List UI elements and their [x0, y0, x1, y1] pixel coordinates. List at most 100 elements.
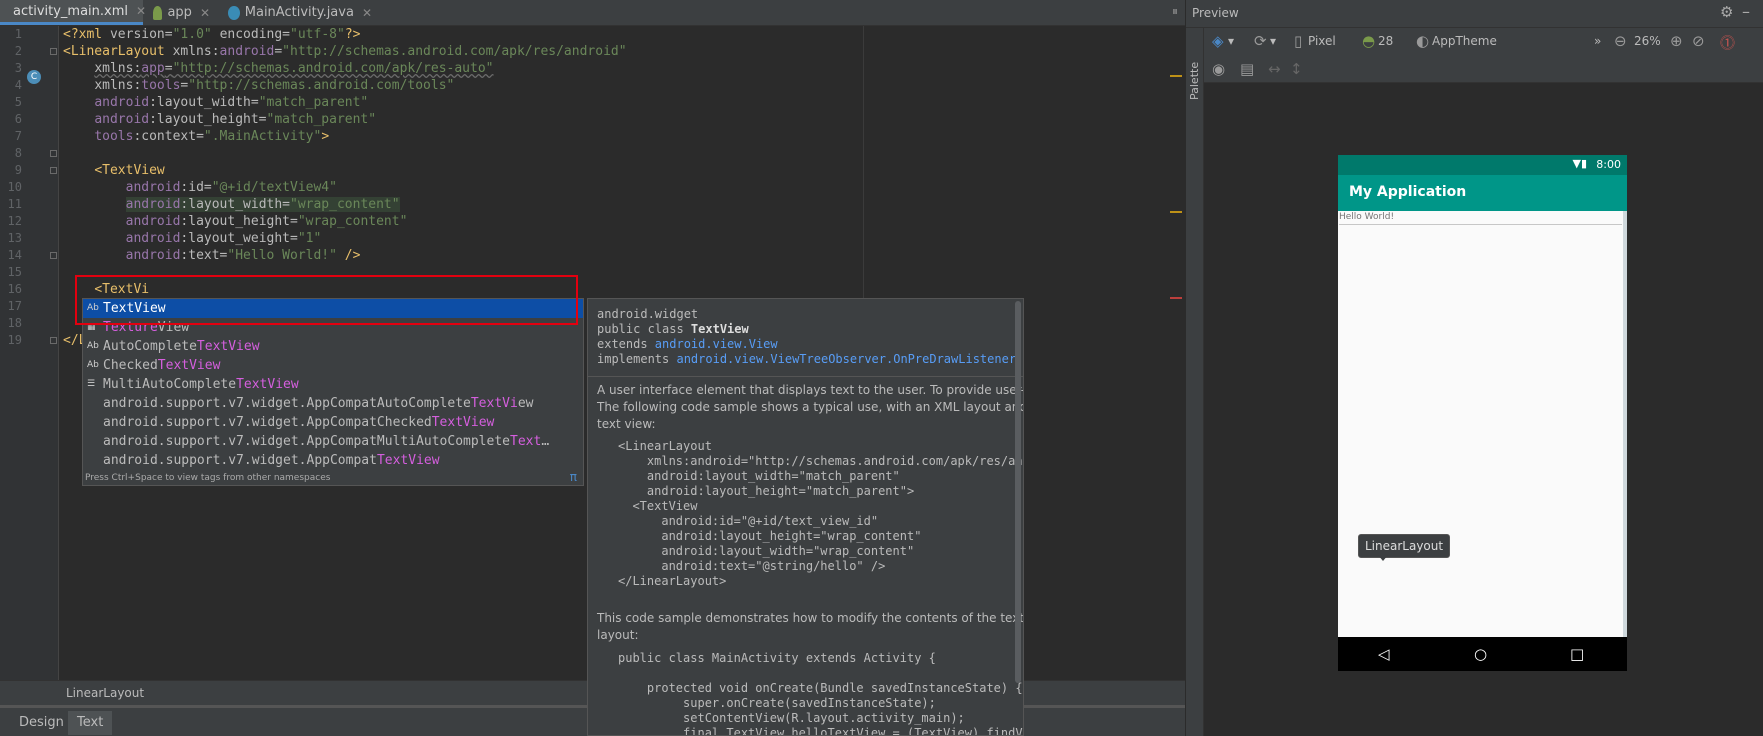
blueprint-icon[interactable]: ▤ — [1240, 60, 1254, 78]
preview-title: Preview — [1192, 6, 1239, 20]
completion-item[interactable]: ☰ MultiAutoCompleteTextView — [83, 375, 583, 394]
doc-code-line: android:id="@+id/text_view_id" — [618, 514, 879, 528]
tab-label: activity_main.xml — [13, 3, 129, 19]
completion-item[interactable]: Ab CheckedTextView — [83, 356, 583, 375]
doc-extends-link[interactable]: android.view.View — [655, 337, 778, 351]
error-icon[interactable]: ⓵ — [1720, 32, 1735, 53]
java-class-icon — [228, 5, 240, 20]
texture-widget-icon: ▦ — [87, 322, 96, 332]
rotate-icon[interactable]: ⟳ — [1254, 32, 1267, 50]
error-stripe[interactable] — [1170, 297, 1182, 299]
documentation-popup[interactable]: android.widget public class TextView ext… — [587, 298, 1024, 736]
code-line: android:layout_weight="1" — [125, 231, 322, 246]
code-line: android:layout_height="wrap_content" — [125, 214, 408, 229]
code-line: android:layout_width="match_parent" — [94, 95, 369, 110]
zoom-fit-icon[interactable]: ⊘ — [1692, 32, 1705, 50]
chevron-down-icon[interactable]: ▾ — [1270, 34, 1276, 48]
doc-code-line: android:layout_width="wrap_content" — [618, 544, 915, 558]
doc-desc: The following code sample shows a typica… — [597, 400, 1024, 414]
code-line: <LinearLayout xmlns:android="http://sche… — [63, 44, 627, 59]
zoom-in-icon[interactable]: ⊕ — [1670, 32, 1683, 50]
tab-label: MainActivity.java — [244, 5, 354, 20]
line-number: 13 — [7, 231, 22, 245]
tab-app[interactable]: app ✕ — [145, 0, 218, 25]
completion-item[interactable]: android.support.v7.widget.AppCompatMulti… — [83, 432, 583, 451]
text-widget-icon: Ab — [87, 303, 99, 313]
completion-item[interactable]: android.support.v7.widget.AppCompatAutoC… — [83, 394, 583, 413]
api-level-selector[interactable]: 28 — [1378, 34, 1393, 48]
eye-icon[interactable]: ◉ — [1212, 60, 1225, 78]
recents-icon[interactable]: □ — [1570, 645, 1584, 663]
split-editor-icon[interactable]: ⏸ — [1172, 4, 1178, 19]
hello-textview[interactable]: Hello World! — [1339, 211, 1622, 225]
more-icon[interactable]: » — [1594, 34, 1601, 48]
doc-implements-link[interactable]: android.view.ViewTreeObserver.OnPreDrawL… — [676, 352, 1016, 366]
device-screen[interactable]: Hello World! LinearLayout — [1338, 211, 1627, 637]
device-status-bar: ▼▮ 8:00 — [1338, 155, 1627, 175]
fold-icon[interactable] — [50, 252, 57, 259]
tab-activity-main-xml[interactable]: activity_main.xml ✕ — [0, 0, 146, 25]
warning-stripe[interactable] — [1170, 211, 1182, 213]
line-number: 19 — [7, 333, 22, 347]
warning-stripe[interactable] — [1170, 75, 1182, 77]
palette-strip: Palette — [1186, 28, 1204, 736]
doc-desc: This code sample demonstrates how to mod… — [597, 611, 1024, 625]
fold-icon[interactable] — [50, 337, 57, 344]
doc-scrollbar[interactable] — [1015, 301, 1021, 683]
text-widget-icon: Ab — [87, 360, 99, 370]
zoom-out-icon[interactable]: ⊖ — [1614, 32, 1627, 50]
code-completion-popup[interactable]: Ab TextView ▦ TextureView Ab AutoComplet… — [82, 298, 584, 486]
minimize-icon[interactable]: – — [1742, 2, 1750, 21]
layers-icon[interactable]: ◈ — [1212, 32, 1224, 50]
close-icon[interactable]: ✕ — [362, 6, 372, 20]
class-reference-icon[interactable]: C — [27, 70, 41, 84]
completion-item[interactable]: ▦ TextureView — [83, 318, 583, 337]
line-number: 12 — [7, 214, 22, 228]
breadcrumb-item[interactable]: LinearLayout — [66, 686, 144, 700]
code-line: tools:context=".MainActivity"> — [94, 129, 330, 144]
code-line: android:text="Hello World!" /> — [125, 248, 361, 263]
tab-design[interactable]: Design — [10, 711, 73, 735]
completion-item[interactable]: Ab AutoCompleteTextView — [83, 337, 583, 356]
line-number: 5 — [14, 95, 22, 109]
code-line-current: <TextVi — [63, 281, 149, 298]
completion-item[interactable]: android.support.v7.widget.AppCompatCheck… — [83, 413, 583, 432]
theme-selector[interactable]: AppTheme — [1432, 34, 1497, 48]
fold-icon[interactable] — [50, 150, 57, 157]
list-widget-icon: ☰ — [87, 379, 96, 389]
tab-mainactivity-java[interactable]: MainActivity.java ✕ — [220, 0, 380, 25]
line-number: 4 — [14, 78, 22, 92]
fold-icon[interactable] — [50, 167, 57, 174]
gear-icon[interactable]: ⚙ — [1720, 3, 1733, 21]
doc-code-line: android:text="@string/hello" /> — [618, 559, 886, 573]
doc-extends: extends android.view.View — [597, 337, 778, 351]
line-number: 7 — [14, 129, 22, 143]
preview-toolbar-secondary: ◉ ▤ ↔ ↕ — [1204, 56, 1763, 83]
device-selector[interactable]: Pixel — [1308, 34, 1336, 48]
tab-text[interactable]: Text — [68, 711, 113, 735]
screen-edge — [1623, 211, 1627, 637]
typed-text: <TextVi — [94, 282, 150, 297]
home-icon[interactable]: ○ — [1474, 645, 1487, 663]
line-number: 3 — [14, 61, 22, 75]
horizontal-resize-icon[interactable]: ↔ — [1268, 60, 1281, 78]
doc-desc: A user interface element that displays t… — [597, 383, 1023, 397]
android-module-icon — [153, 5, 163, 20]
completion-item[interactable]: Ab TextView — [83, 299, 583, 318]
back-icon[interactable]: ◁ — [1378, 645, 1390, 663]
line-number: 14 — [7, 248, 22, 262]
theme-icon[interactable]: ◐ — [1416, 32, 1429, 50]
completion-item[interactable]: android.support.v7.widget.AppCompatTextV… — [83, 451, 583, 470]
device-icon[interactable]: ▯ — [1294, 32, 1302, 50]
fold-icon[interactable] — [50, 48, 57, 55]
doc-code-line: <LinearLayout — [618, 439, 712, 453]
pi-icon[interactable]: π — [570, 470, 577, 484]
android-icon[interactable]: ◓ — [1362, 32, 1375, 50]
palette-tab[interactable]: Palette — [1188, 62, 1201, 100]
line-number: 15 — [7, 265, 22, 279]
chevron-down-icon[interactable]: ▾ — [1228, 34, 1234, 48]
close-icon[interactable]: ✕ — [200, 6, 210, 20]
vertical-resize-icon[interactable]: ↕ — [1290, 60, 1303, 78]
editor-tab-bar: activity_main.xml ✕ app ✕ MainActivity.j… — [0, 0, 1185, 26]
app-bar: My Application — [1338, 175, 1627, 211]
